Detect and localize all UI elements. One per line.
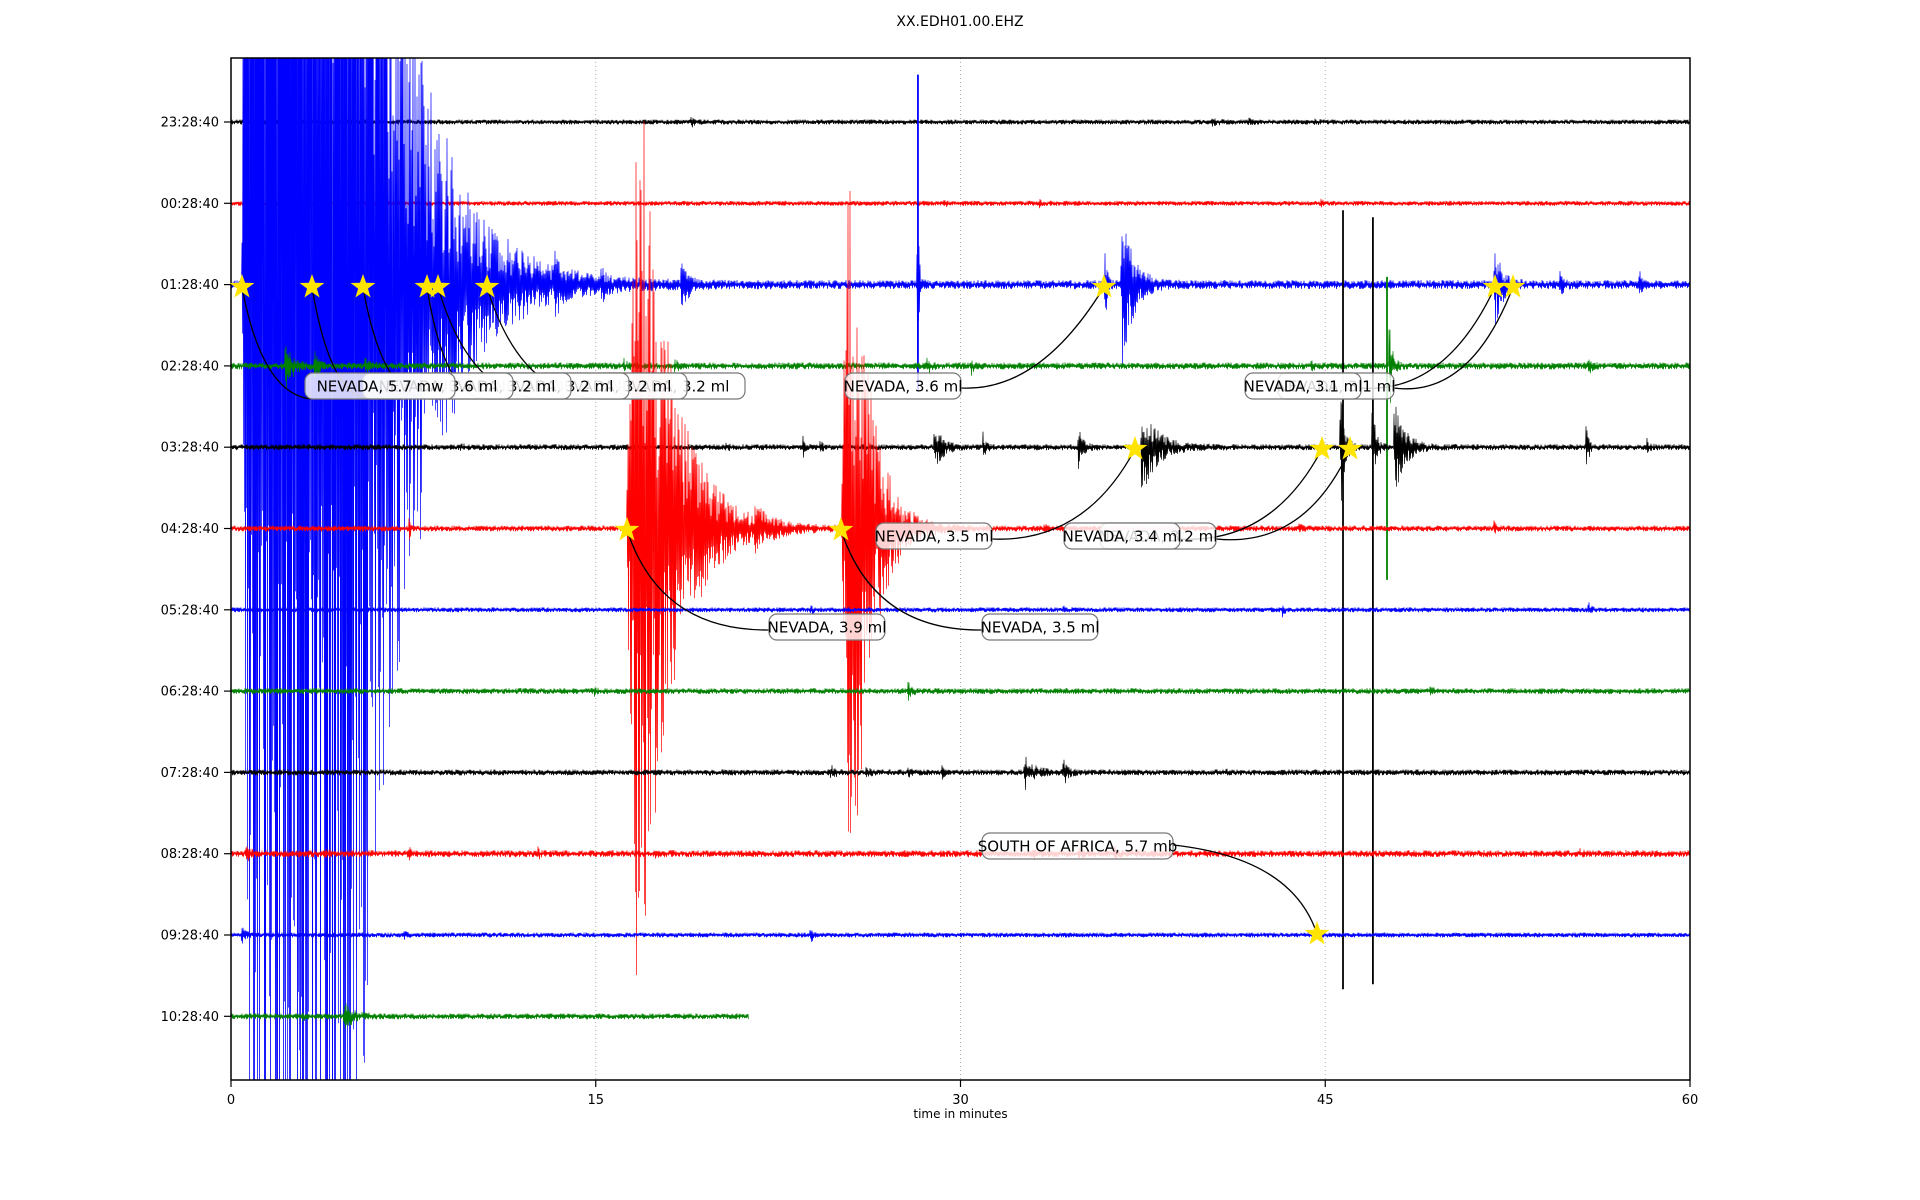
event-label: NEVADA, 3.4 ml <box>1063 522 1182 550</box>
event-label-text: SOUTH OF AFRICA, 5.7 mb <box>978 838 1177 856</box>
trace-row-07:28:40 <box>231 756 1690 790</box>
event-label-text: NEVADA, 3.5 ml <box>875 528 994 546</box>
event-label: NEVADA, 5.7 mw <box>304 372 456 400</box>
event-label-text: NEVADA, 3.4 ml <box>1063 528 1182 546</box>
x-tick-label: 0 <box>227 1093 235 1108</box>
event-label: NEVADA, 3.6 ml <box>844 372 963 400</box>
y-tick-label: 06:28:40 <box>161 685 219 700</box>
trace-row-01:28:40 <box>231 58 1690 1080</box>
trace-row-06:28:40 <box>231 681 1690 701</box>
y-tick-label: 02:28:40 <box>161 359 219 374</box>
x-tick-label: 15 <box>587 1093 604 1108</box>
y-tick-label: 09:28:40 <box>161 929 219 944</box>
x-axis-label: time in minutes <box>913 1107 1007 1121</box>
event-star-icon <box>1309 436 1335 460</box>
event-label-text: NEVADA, 5.7 mw <box>317 378 444 396</box>
event-label: SOUTH OF AFRICA, 5.7 mb <box>978 832 1177 860</box>
event-connector <box>1172 844 1318 935</box>
y-tick-label: 23:28:40 <box>161 116 219 131</box>
y-tick-label: 01:28:40 <box>161 278 219 293</box>
x-tick-label: 30 <box>952 1093 969 1108</box>
y-tick-label: 05:28:40 <box>161 603 219 618</box>
x-tick-label: 45 <box>1317 1093 1334 1108</box>
y-tick-label: 07:28:40 <box>161 766 219 781</box>
event-label: NEVADA, 3.9 ml <box>768 613 887 641</box>
seismogram-dayplot: XX.EDH01.00.EHZ 0 15 30 45 60 23:28:40 00:28:4… <box>0 0 1920 1200</box>
y-tick-label: 03:28:40 <box>161 441 219 456</box>
event-label-text: NEVADA, 3.5 ml <box>981 619 1100 637</box>
event-star-icon <box>1091 274 1117 298</box>
trace-rows <box>231 58 1690 1080</box>
dayplot-canvas: 0 15 30 45 60 23:28:40 00:28:40 01:28:40 02:28:4… <box>161 57 1699 1121</box>
event-label-text: NEVADA, 3.6 ml <box>844 378 963 396</box>
event-label-text: NEVADA, 3.1 ml <box>1244 378 1363 396</box>
y-tick-label: 10:28:40 <box>161 1010 219 1025</box>
event-label: NEVADA, 3.5 ml <box>981 613 1100 641</box>
trace-row-05:28:40 <box>231 602 1690 618</box>
event-label: NEVADA, 3.5 ml <box>875 522 994 550</box>
y-tick-label: 00:28:40 <box>161 197 219 212</box>
event-connector <box>960 286 1105 389</box>
y-tick-label: 08:28:40 <box>161 847 219 862</box>
x-tick-label: 60 <box>1682 1093 1699 1108</box>
event-label: NEVADA, 3.1 ml <box>1244 372 1363 400</box>
y-tick-label: 04:28:40 <box>161 522 219 537</box>
event-star-icon <box>1304 921 1330 945</box>
event-label-text: NEVADA, 3.9 ml <box>768 619 887 637</box>
